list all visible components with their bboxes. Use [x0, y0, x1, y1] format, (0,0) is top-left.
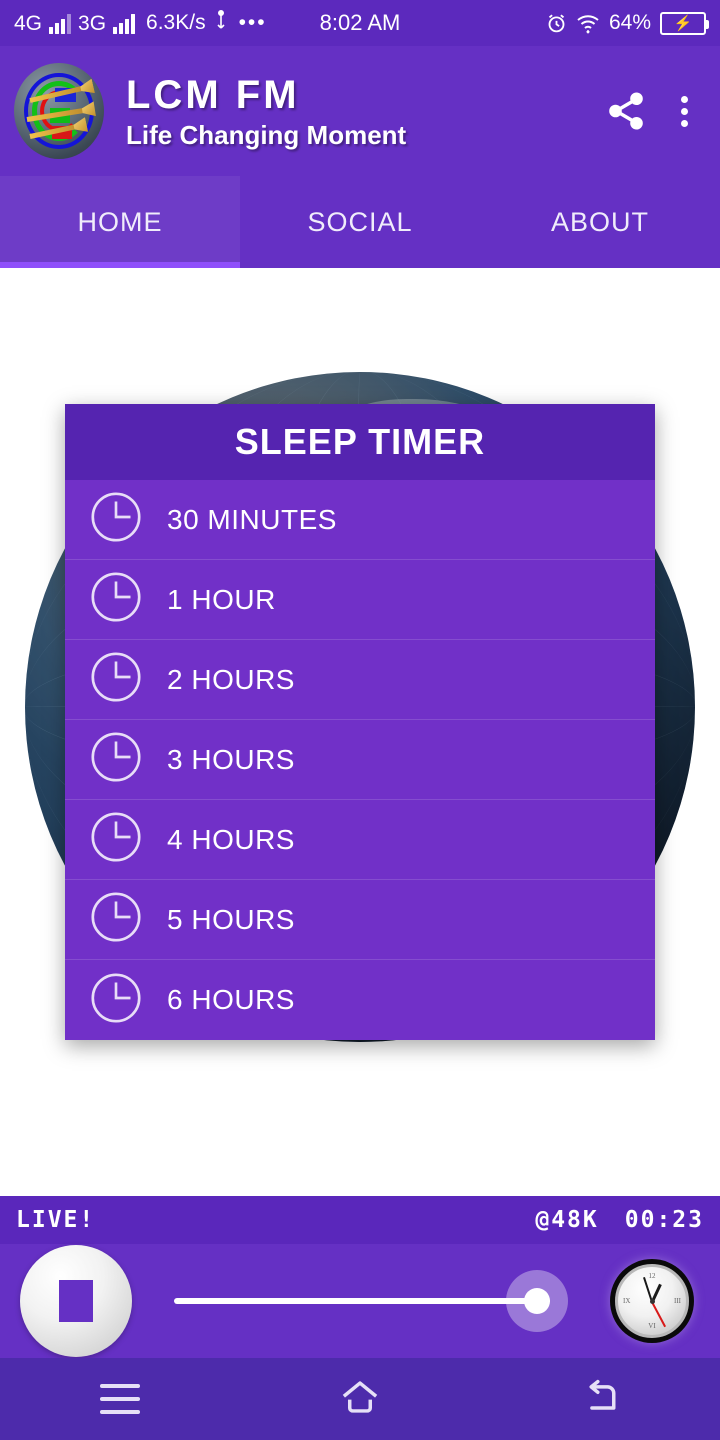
timer-option-5-hours[interactable]: 5 HOURS	[65, 880, 655, 960]
clock-icon	[87, 648, 145, 711]
timer-option-30-minutes[interactable]: 30 MINUTES	[65, 480, 655, 560]
clock-icon	[87, 568, 145, 631]
timer-option-label: 30 MINUTES	[167, 503, 337, 535]
player-controls: 12 III VI IX	[0, 1244, 720, 1358]
clock-icon	[87, 808, 145, 871]
main-content: SLEEP TIMER 30 MINUTES 1 HOUR 2 HOURS 3 …	[0, 268, 720, 1278]
player-bar: LIVE! @48K 00:23 12 III VI IX	[0, 1196, 720, 1358]
timer-option-3-hours[interactable]: 3 HOURS	[65, 720, 655, 800]
sleep-timer-title: SLEEP TIMER	[234, 421, 486, 462]
tab-home[interactable]: HOME	[0, 176, 240, 268]
player-status-right: @48K 00:23	[535, 1207, 704, 1233]
stop-icon	[59, 1280, 93, 1322]
timer-option-label: 4 HOURS	[167, 823, 295, 855]
live-badge: LIVE!	[16, 1207, 96, 1233]
share-icon[interactable]	[605, 90, 647, 132]
wifi-icon	[576, 13, 600, 34]
usb-icon	[214, 9, 228, 36]
home-icon	[336, 1375, 384, 1424]
app-bar-actions	[605, 90, 698, 133]
analog-clock-icon: 12 III VI IX	[615, 1264, 689, 1338]
app-bar: LCM FM Life Changing Moment	[0, 46, 720, 176]
timer-option-4-hours[interactable]: 4 HOURS	[65, 800, 655, 880]
clock-icon	[87, 888, 145, 951]
timer-option-1-hour[interactable]: 1 HOUR	[65, 560, 655, 640]
clock-icon	[87, 488, 145, 551]
lcm-fm-logo	[14, 63, 104, 159]
network-4g-label: 4G	[14, 11, 43, 35]
app-titles: LCM FM Life Changing Moment	[126, 75, 406, 148]
player-status-strip: LIVE! @48K 00:23	[0, 1196, 720, 1244]
status-bar-right: 64% ⚡	[546, 11, 709, 35]
bitrate-label: @48K	[535, 1207, 599, 1233]
android-navigation-bar	[0, 1358, 720, 1440]
volume-slider-thumb[interactable]	[506, 1270, 568, 1332]
tab-about[interactable]: ABOUT	[480, 176, 720, 268]
status-more-icon: •••	[238, 11, 267, 34]
battery-charging-icon: ⚡	[660, 11, 709, 35]
sleep-timer-button[interactable]: 12 III VI IX	[610, 1259, 694, 1343]
nav-menu-button[interactable]	[0, 1384, 240, 1414]
nav-home-button[interactable]	[240, 1375, 480, 1424]
status-bar-left: 4G 3G 6.3K/s •••	[14, 9, 267, 36]
tab-about-label: ABOUT	[550, 206, 649, 237]
timer-option-label: 5 HOURS	[167, 903, 295, 935]
data-speed-label: 6.3K/s	[146, 11, 206, 34]
tab-home-label: HOME	[77, 206, 163, 237]
app-title: LCM FM	[126, 72, 300, 117]
timer-option-label: 1 HOUR	[167, 583, 276, 615]
app-subtitle: Life Changing Moment	[126, 119, 407, 150]
back-icon	[576, 1375, 624, 1424]
volume-slider-track	[174, 1298, 550, 1304]
network-3g-label: 3G	[78, 11, 107, 35]
sleep-timer-dialog-header: SLEEP TIMER	[65, 404, 655, 480]
tab-bar: HOME SOCIAL ABOUT	[0, 176, 720, 268]
tab-social[interactable]: SOCIAL	[240, 176, 480, 268]
timer-option-label: 6 HOURS	[167, 984, 295, 1015]
nav-back-button[interactable]	[480, 1375, 720, 1424]
volume-slider[interactable]	[174, 1270, 594, 1332]
timer-option-2-hours[interactable]: 2 HOURS	[65, 640, 655, 720]
clock-icon	[87, 728, 145, 791]
more-vertical-icon[interactable]	[671, 90, 698, 133]
elapsed-time-label: 00:23	[624, 1207, 704, 1233]
signal-bars-4g-icon	[49, 12, 72, 34]
timer-option-label: 2 HOURS	[167, 663, 295, 695]
timer-option-label: 3 HOURS	[167, 743, 295, 775]
sleep-timer-dialog: SLEEP TIMER 30 MINUTES 1 HOUR 2 HOURS 3 …	[65, 404, 655, 1040]
alarm-clock-icon	[546, 13, 567, 34]
clock-icon	[87, 969, 145, 1032]
battery-percent-label: 64%	[608, 11, 651, 34]
signal-bars-3g-icon	[113, 12, 136, 34]
status-bar: 4G 3G 6.3K/s ••• 8:02 AM 64% ⚡	[0, 0, 720, 46]
tab-social-label: SOCIAL	[307, 206, 413, 237]
menu-icon	[100, 1384, 140, 1414]
timer-option-6-hours[interactable]: 6 HOURS	[65, 960, 655, 1040]
stop-button[interactable]	[20, 1245, 132, 1357]
